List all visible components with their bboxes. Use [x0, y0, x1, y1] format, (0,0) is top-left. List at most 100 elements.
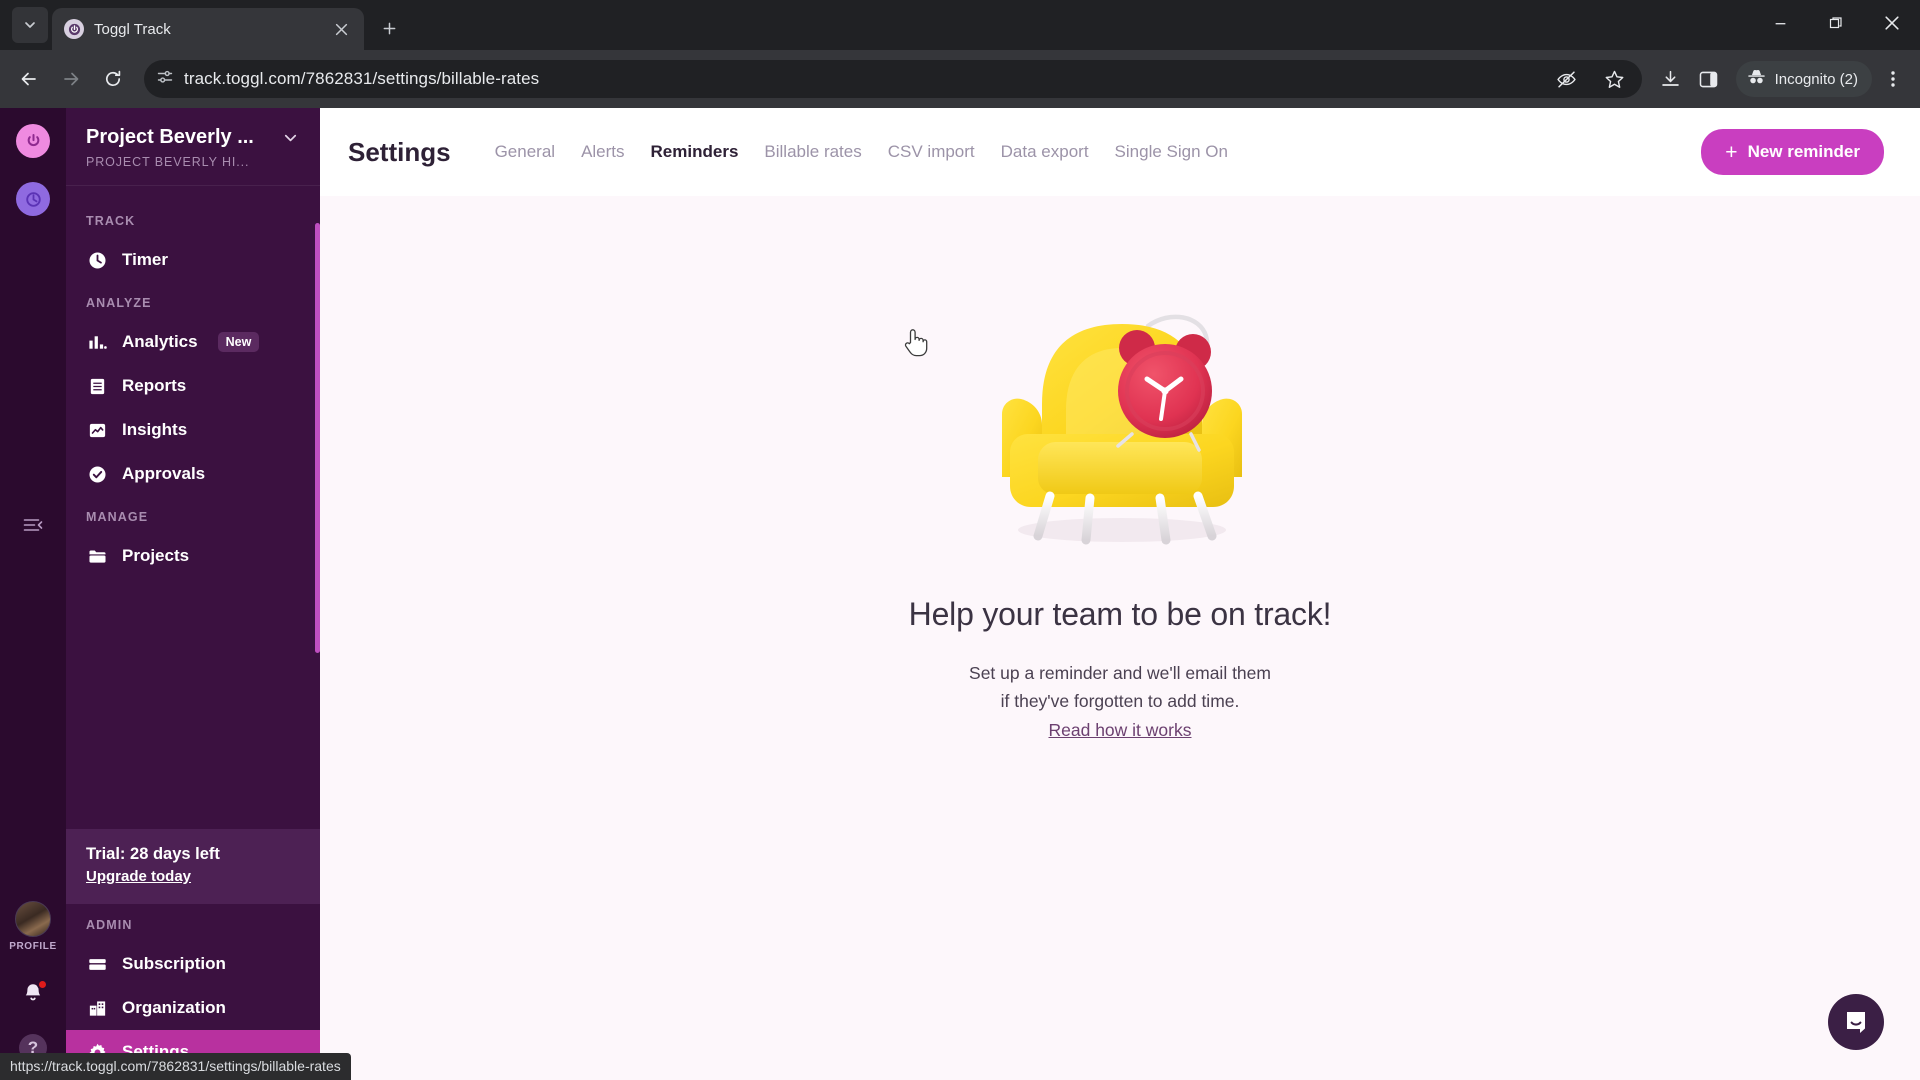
collapse-sidebar-button[interactable]: [16, 508, 50, 542]
sidebar-item-label: Approvals: [122, 464, 206, 483]
browser-tab[interactable]: Toggl Track: [52, 8, 364, 50]
read-how-it-works-link[interactable]: Read how it works: [1049, 720, 1192, 740]
tab-billable-rates[interactable]: Billable rates: [764, 142, 861, 162]
side-panel-button[interactable]: [1692, 62, 1726, 96]
arrow-right-icon: [64, 72, 79, 86]
rail-bottom-group: PROFILE ?: [0, 901, 66, 1062]
trial-banner: Trial: 28 days left Upgrade today: [66, 829, 320, 904]
workspace-rail: PROFILE ?: [0, 108, 66, 1080]
restore-button[interactable]: [1808, 0, 1864, 46]
section-label-manage: MANAGE: [86, 510, 149, 524]
sidebar-item-label: Analytics: [122, 332, 198, 351]
downloads-button[interactable]: [1654, 62, 1688, 96]
section-label-analyze: ANALYZE: [86, 296, 152, 310]
section-label-admin: ADMIN: [86, 918, 133, 932]
sidebar-item-organization[interactable]: Organization: [66, 986, 320, 1030]
arrow-left-icon: [21, 72, 36, 86]
sidebar-item-label: Insights: [122, 420, 188, 439]
page-title: Settings: [348, 136, 451, 167]
site-settings-icon[interactable]: [156, 68, 174, 91]
tab-search-button[interactable]: [12, 7, 48, 43]
main-sidebar: Project Beverly ... PROJECT BEVERLY HI..…: [66, 108, 320, 1080]
check-circle-icon: [86, 463, 108, 485]
omnibox-actions: [1550, 62, 1632, 96]
settings-tabs: General Alerts Reminders Billable rates …: [495, 142, 1672, 162]
settings-header: Settings General Alerts Reminders Billab…: [320, 108, 1920, 196]
empty-state-subtitle-line2: if they've forgotten to add time.: [1000, 691, 1240, 712]
tab-general[interactable]: General: [495, 142, 555, 162]
intercom-chat-icon: [1847, 1012, 1865, 1033]
incognito-hat-icon: [1746, 66, 1767, 92]
sidebar-item-label: Reports: [122, 376, 187, 395]
workspace-secondary-avatar[interactable]: [16, 182, 50, 216]
sidebar-item-approvals[interactable]: Approvals: [66, 452, 320, 496]
reload-icon: [105, 70, 121, 87]
restore-icon: [1829, 17, 1842, 29]
workspace-switcher[interactable]: Project Beverly ... PROJECT BEVERLY HI..…: [66, 108, 320, 186]
empty-state-subtitle-line1: Set up a reminder and we'll email them: [969, 663, 1271, 683]
tab-alerts[interactable]: Alerts: [581, 142, 624, 162]
intercom-chat-button[interactable]: [1828, 994, 1884, 1050]
new-reminder-button[interactable]: + New reminder: [1701, 129, 1884, 175]
sidebar-item-label: Subscription: [122, 954, 226, 973]
window-controls: [1752, 0, 1920, 46]
bookmark-star-icon[interactable]: [1598, 62, 1632, 96]
reload-button[interactable]: [94, 60, 132, 98]
workspace-toggl-avatar[interactable]: [16, 124, 50, 158]
link-status-bar: https://track.toggl.com/7862831/settings…: [0, 1053, 351, 1080]
forward-button[interactable]: [52, 60, 90, 98]
tab-close-button[interactable]: [330, 18, 352, 40]
avatar: [14, 901, 51, 937]
status-badge: New: [217, 332, 260, 352]
close-icon: [1885, 16, 1899, 30]
profile-label: PROFILE: [9, 941, 57, 952]
new-reminder-label: New reminder: [1747, 142, 1860, 161]
notifications-button[interactable]: [18, 978, 48, 1008]
side-panel-icon: [1699, 71, 1718, 87]
sidebar-item-label: Projects: [122, 546, 190, 565]
tab-reminders[interactable]: Reminders: [651, 142, 739, 162]
section-label-track: TRACK: [86, 214, 136, 228]
sidebar-item-reports[interactable]: Reports: [66, 364, 320, 408]
back-button[interactable]: [10, 60, 48, 98]
notification-badge-dot: [37, 979, 48, 990]
incognito-label: Incognito (2): [1774, 70, 1858, 88]
chevron-down-icon: [25, 22, 35, 28]
trial-status-text: Trial: 28 days left: [86, 845, 220, 863]
tab-csv-import[interactable]: CSV import: [888, 142, 975, 162]
minimize-icon: [1775, 22, 1785, 24]
building-icon: [86, 997, 108, 1019]
profile-button[interactable]: PROFILE: [9, 901, 57, 952]
sidebar-item-insights[interactable]: Insights: [66, 408, 320, 452]
collapse-sidebar-icon: [23, 519, 43, 531]
toggl-power-icon: [64, 19, 84, 39]
browser-window: Toggl Track track.toggl.com/7862831/sett…: [0, 0, 1920, 1080]
download-icon: [1662, 70, 1679, 86]
upgrade-today-link[interactable]: Upgrade today: [86, 868, 191, 885]
eye-off-icon[interactable]: [1550, 62, 1584, 96]
tab-title: Toggl Track: [94, 20, 171, 38]
close-icon: [335, 23, 347, 35]
document-list-icon: [86, 375, 108, 397]
empty-state-subtitle: Set up a reminder and we'll email them i…: [969, 659, 1271, 744]
sidebar-item-projects[interactable]: Projects: [66, 534, 320, 578]
sidebar-item-timer[interactable]: Timer: [66, 238, 320, 282]
sidebar-item-subscription[interactable]: Subscription: [66, 942, 320, 986]
sidebar-item-label: Organization: [122, 998, 226, 1017]
folder-icon: [86, 545, 108, 567]
clock-circle-icon: [25, 191, 41, 207]
chrome-menu-button[interactable]: [1876, 62, 1910, 96]
address-bar[interactable]: track.toggl.com/7862831/settings/billabl…: [144, 60, 1642, 98]
url-text: track.toggl.com/7862831/settings/billabl…: [184, 69, 540, 88]
incognito-indicator[interactable]: Incognito (2): [1735, 61, 1872, 97]
close-window-button[interactable]: [1864, 0, 1920, 46]
minimize-button[interactable]: [1752, 0, 1808, 46]
sidebar-item-analytics[interactable]: Analytics New: [66, 320, 320, 364]
tab-strip: Toggl Track: [0, 0, 1920, 50]
credit-card-icon: [86, 953, 108, 975]
new-tab-button[interactable]: [372, 11, 406, 45]
plus-icon: +: [1725, 140, 1738, 164]
tab-data-export[interactable]: Data export: [1001, 142, 1089, 162]
chevron-down-icon: [284, 134, 297, 142]
tab-single-sign-on[interactable]: Single Sign On: [1115, 142, 1228, 162]
